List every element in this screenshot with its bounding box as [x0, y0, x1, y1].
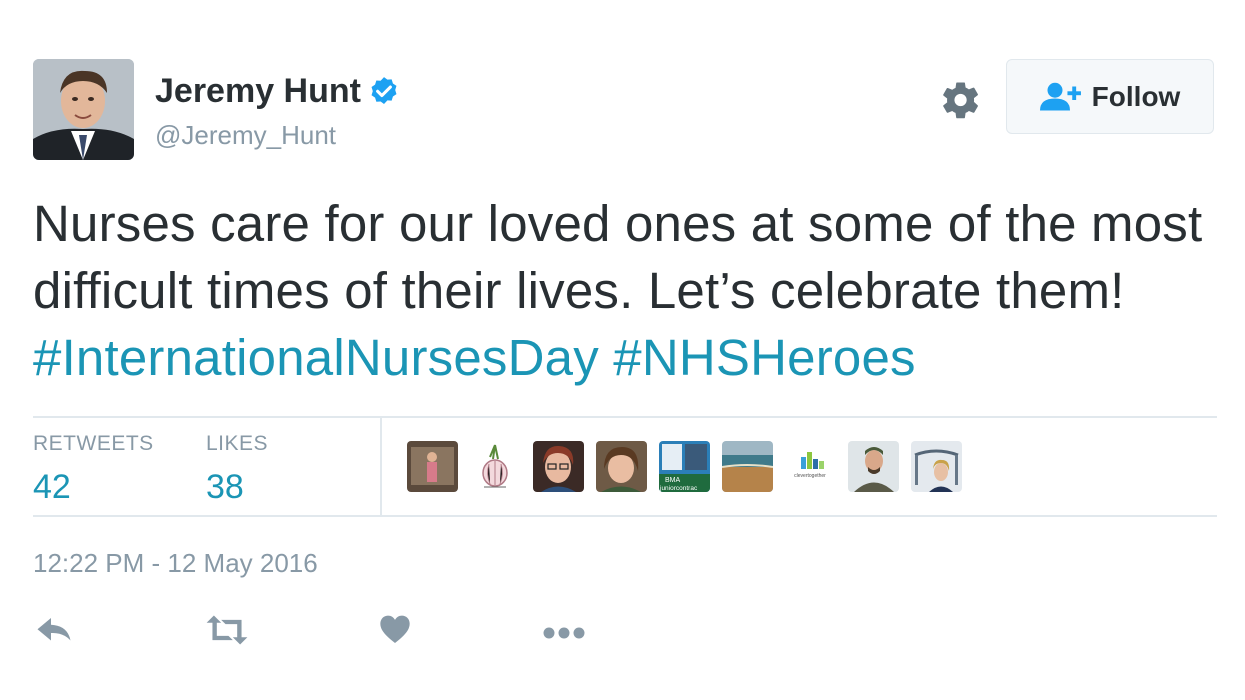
- liker-avatar[interactable]: [470, 441, 521, 492]
- bma-text: BMA: [665, 477, 681, 484]
- reply-icon[interactable]: [36, 614, 72, 651]
- retweet-icon[interactable]: [205, 614, 249, 651]
- likes-count: 38: [206, 468, 244, 506]
- hashtag-nhs-heroes[interactable]: #NHSHeroes: [613, 329, 915, 386]
- more-icon[interactable]: [542, 626, 586, 645]
- retweets-count: 42: [33, 468, 71, 506]
- retweets-stat[interactable]: RETWEETS 42: [33, 432, 154, 507]
- liker-avatar-bma[interactable]: BMA juniorcontrac: [659, 441, 710, 492]
- stats-vertical-divider: [380, 418, 382, 516]
- tweet-text: Nurses care for our loved ones at some o…: [33, 190, 1223, 391]
- liker-avatar[interactable]: [911, 441, 962, 492]
- author-avatar[interactable]: [33, 59, 134, 160]
- author-handle[interactable]: @Jeremy_Hunt: [155, 120, 336, 151]
- liker-avatar[interactable]: [533, 441, 584, 492]
- verified-badge-icon: [371, 76, 397, 104]
- retweets-label: RETWEETS: [33, 432, 154, 455]
- hashtag-international-nurses-day[interactable]: #InternationalNursesDay: [33, 329, 599, 386]
- stats-top-divider: [33, 416, 1217, 418]
- clevertogether-text: clevertogether: [794, 473, 826, 479]
- likes-stat[interactable]: LIKES 38: [206, 432, 268, 507]
- follow-button[interactable]: Follow: [1006, 59, 1214, 134]
- liker-avatar[interactable]: [722, 441, 773, 492]
- tweet-body: Nurses care for our loved ones at some o…: [33, 195, 1203, 319]
- author-name[interactable]: Jeremy Hunt: [155, 72, 401, 111]
- liker-avatar[interactable]: [596, 441, 647, 492]
- stats-bottom-divider: [33, 515, 1217, 517]
- like-icon[interactable]: [379, 614, 411, 649]
- tweet-timestamp[interactable]: 12:22 PM - 12 May 2016: [33, 548, 318, 579]
- liker-avatar[interactable]: [848, 441, 899, 492]
- liker-avatar-clevertogether[interactable]: clevertogether: [785, 441, 836, 492]
- author-name-text[interactable]: Jeremy Hunt: [155, 72, 361, 111]
- liker-avatar[interactable]: [407, 441, 458, 492]
- gear-icon[interactable]: [940, 79, 982, 121]
- liker-avatars: BMA juniorcontrac clevertogether: [407, 441, 962, 492]
- likes-label: LIKES: [206, 432, 269, 455]
- add-user-icon: [1039, 82, 1081, 110]
- follow-label: Follow: [1091, 80, 1181, 112]
- author-avatar-image: [33, 59, 134, 160]
- bma-subtext: juniorcontrac: [659, 485, 698, 492]
